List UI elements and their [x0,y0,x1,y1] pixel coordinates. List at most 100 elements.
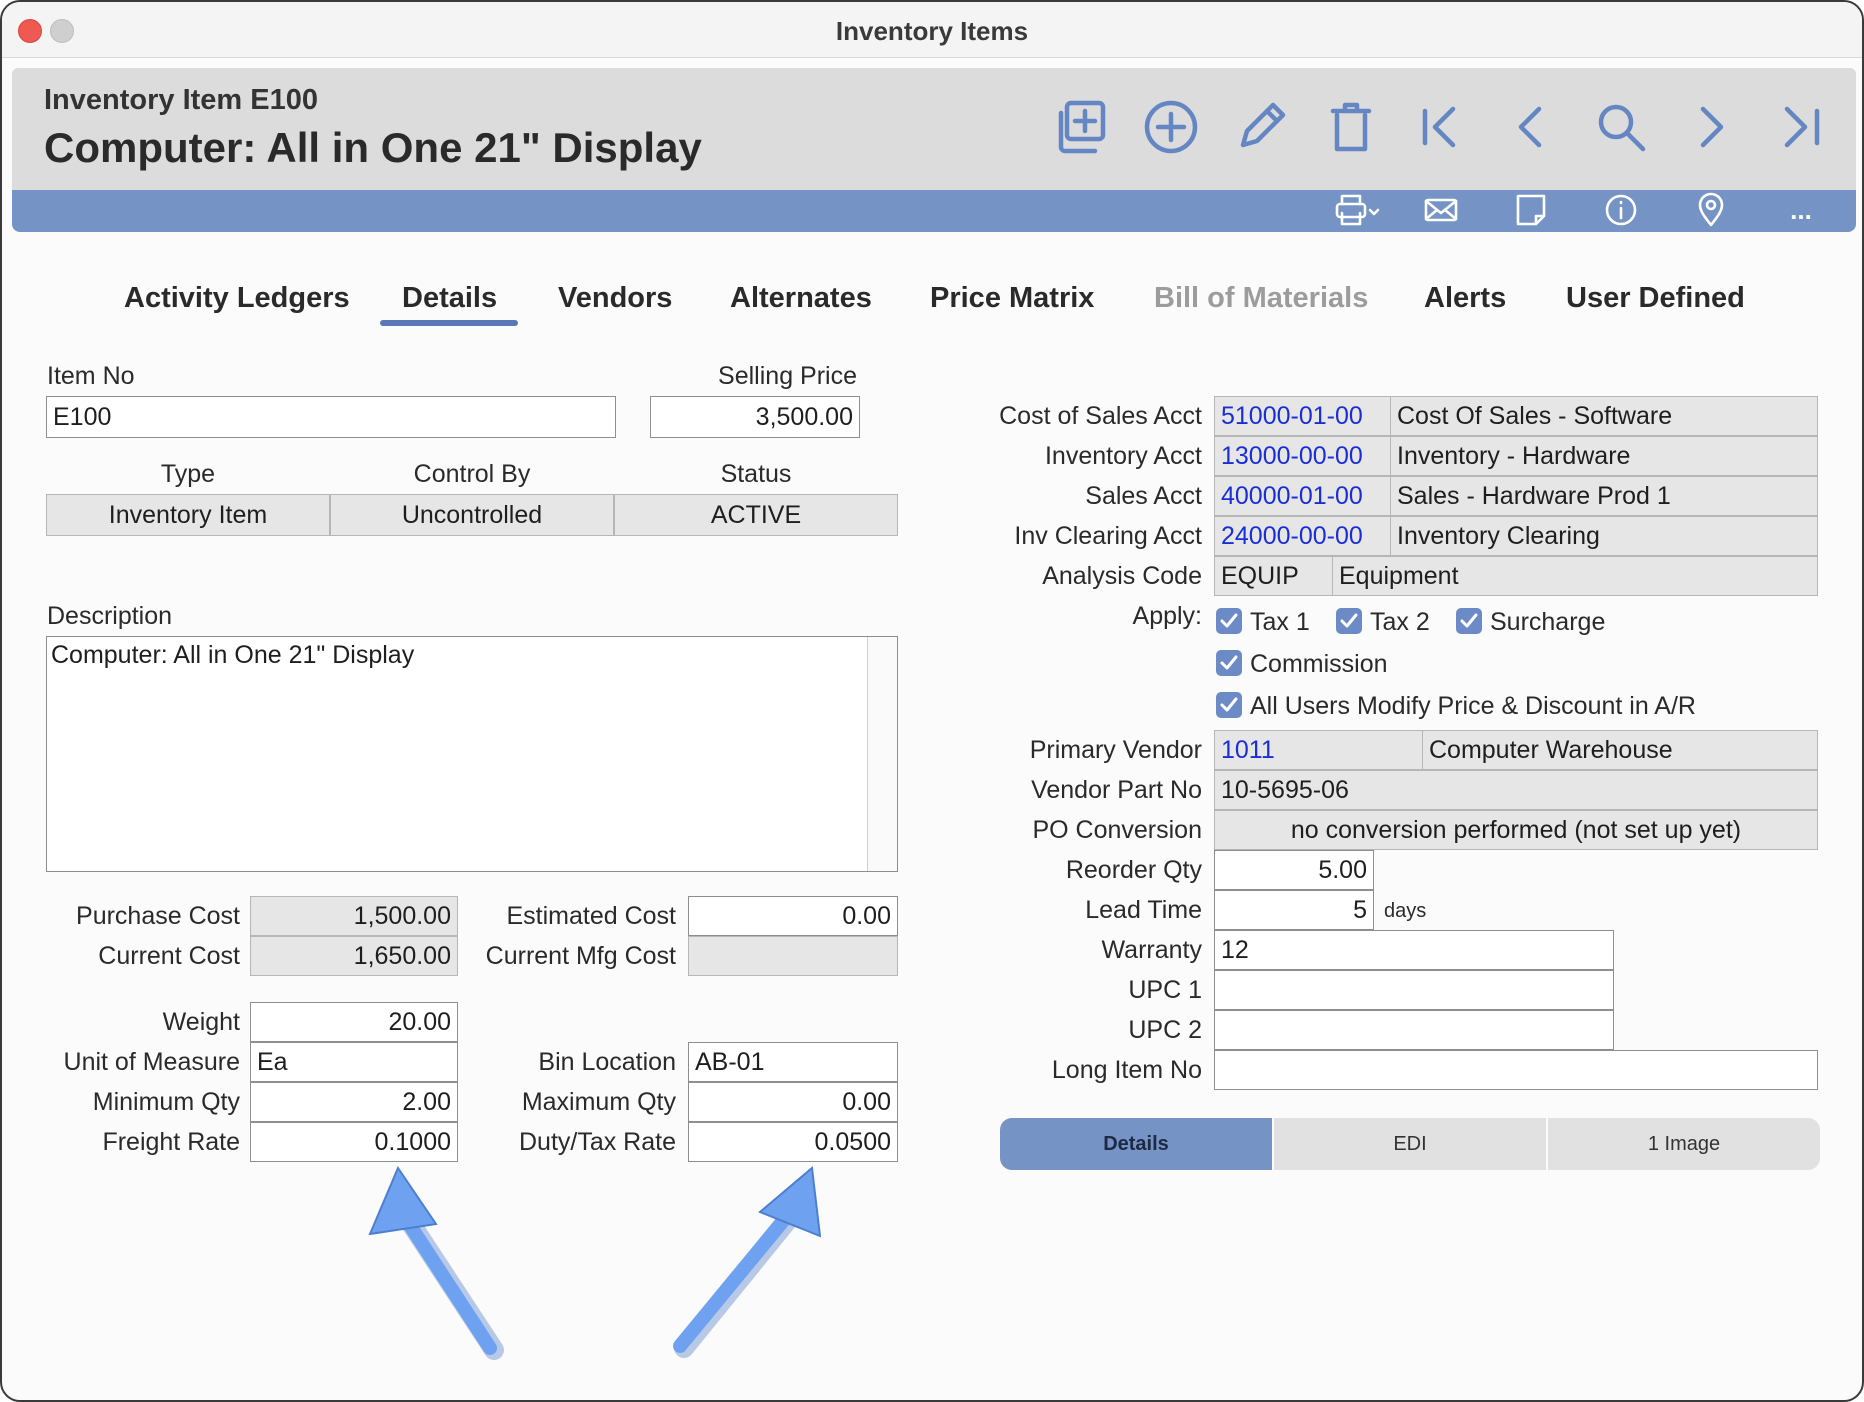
tab-details[interactable]: Details [402,282,497,315]
annotation-arrows [368,1165,822,1360]
print-button[interactable] [1328,190,1386,230]
vendor-part-no-label: Vendor Part No [1031,776,1202,804]
tax2-label: Tax 2 [1370,608,1430,636]
tab-alternates[interactable]: Alternates [730,282,872,315]
all-users-modify-price-checkbox[interactable] [1216,692,1242,718]
arrow-to-freight-rate [368,1165,504,1360]
subtab-image[interactable]: 1 Image [1548,1118,1820,1170]
note-button[interactable] [1508,190,1554,230]
item-no-label: Item No [47,362,135,390]
sales-acct-code[interactable]: 40000-01-00 [1214,476,1392,516]
active-tab-indicator [380,320,518,326]
inv-clearing-acct-label: Inv Clearing Acct [1014,522,1202,550]
search-icon [1598,104,1646,152]
search-button[interactable] [1588,94,1654,160]
reorder-qty-label: Reorder Qty [1065,856,1202,884]
inv-clearing-acct-code[interactable]: 24000-00-00 [1214,516,1392,556]
lead-time-unit: days [1384,900,1427,922]
status-field[interactable]: ACTIVE [614,494,898,536]
commission-checkbox[interactable] [1216,650,1242,676]
unit-of-measure-field[interactable]: Ea [250,1042,458,1082]
more-button[interactable]: ... [1778,190,1824,230]
location-button[interactable] [1688,190,1734,230]
vendor-part-no-field[interactable]: 10-5695-06 [1214,770,1818,810]
minimum-qty-field[interactable]: 2.00 [250,1082,458,1122]
next-record-button[interactable] [1678,94,1744,160]
tax1-label: Tax 1 [1250,608,1310,636]
description-textarea[interactable]: Computer: All in One 21" Display [46,636,898,872]
tab-price-matrix[interactable]: Price Matrix [930,282,1094,315]
surcharge-label: Surcharge [1490,608,1606,636]
tax2-checkbox[interactable] [1336,608,1362,634]
warranty-field[interactable]: 12 [1214,930,1614,970]
inv-clearing-acct-name: Inventory Clearing [1390,516,1818,556]
po-conversion-field[interactable]: no conversion performed (not set up yet) [1214,810,1818,850]
first-record-icon [1422,106,1456,148]
upc1-field[interactable] [1214,970,1614,1010]
duplicate-button[interactable] [1048,94,1114,160]
checkmark-icon [1460,613,1478,628]
tax1-checkbox[interactable] [1216,608,1242,634]
info-icon [1605,194,1637,226]
sales-acct-label: Sales Acct [1085,482,1202,510]
upc2-label: UPC 2 [1128,1016,1202,1044]
cost-of-sales-acct-code[interactable]: 51000-01-00 [1214,396,1392,436]
inventory-acct-name: Inventory - Hardware [1390,436,1818,476]
subtab-edi[interactable]: EDI [1274,1118,1546,1170]
edit-button[interactable] [1228,94,1294,160]
tab-vendors[interactable]: Vendors [558,282,672,315]
bin-location-label: Bin Location [538,1048,676,1076]
minimum-qty-label: Minimum Qty [92,1088,240,1116]
long-item-no-field[interactable] [1214,1050,1818,1090]
bin-location-field[interactable]: AB-01 [688,1042,898,1082]
upc2-field[interactable] [1214,1010,1614,1050]
item-no-field[interactable]: E100 [46,396,616,438]
first-record-button[interactable] [1408,94,1474,160]
type-field[interactable]: Inventory Item [46,494,330,536]
delete-button[interactable] [1318,94,1384,160]
lead-time-field[interactable]: 5 [1214,890,1374,930]
tab-user-defined[interactable]: User Defined [1566,282,1745,315]
description-scrollbar[interactable] [867,637,897,871]
action-bar [12,190,1856,232]
title-bar: Inventory Items [2,2,1862,58]
checkmark-icon [1340,613,1358,628]
all-users-modify-price-label: All Users Modify Price & Discount in A/R [1250,692,1696,720]
tab-activity-ledgers[interactable]: Activity Ledgers [124,282,350,315]
surcharge-checkbox[interactable] [1456,608,1482,634]
add-button[interactable] [1138,94,1204,160]
current-cost-field[interactable]: 1,650.00 [250,936,458,976]
tab-alerts[interactable]: Alerts [1424,282,1506,315]
tab-bill-of-materials: Bill of Materials [1154,282,1369,314]
selling-price-field[interactable]: 3,500.00 [650,396,860,438]
purchase-cost-label: Purchase Cost [76,902,240,930]
last-record-button[interactable] [1768,94,1834,160]
current-mfg-cost-label: Current Mfg Cost [485,942,676,970]
inventory-acct-code[interactable]: 13000-00-00 [1214,436,1392,476]
weight-field[interactable]: 20.00 [250,1002,458,1042]
control-by-field[interactable]: Uncontrolled [330,494,614,536]
sales-acct-name: Sales - Hardware Prod 1 [1390,476,1818,516]
reorder-qty-field[interactable]: 5.00 [1214,850,1374,890]
previous-record-button[interactable] [1498,94,1564,160]
commission-label: Commission [1250,650,1388,678]
location-icon [1698,192,1724,227]
analysis-code-field[interactable]: EQUIP [1214,556,1334,596]
record-label: Inventory Item E100 [44,84,318,116]
subtab-details[interactable]: Details [1000,1118,1272,1170]
previous-record-icon [1518,106,1542,148]
purchase-cost-field[interactable]: 1,500.00 [250,896,458,936]
estimated-cost-field[interactable]: 0.00 [688,896,898,936]
record-title: Computer: All in One 21" Display [44,124,702,171]
primary-vendor-label: Primary Vendor [1029,736,1202,764]
unit-of-measure-label: Unit of Measure [63,1048,240,1076]
upc1-label: UPC 1 [1128,976,1202,1004]
freight-rate-label: Freight Rate [102,1128,240,1156]
apply-label: Apply: [1132,602,1202,630]
primary-vendor-code[interactable]: 1011 [1214,730,1424,770]
maximum-qty-field[interactable]: 0.00 [688,1082,898,1122]
checkmark-icon [1220,613,1238,628]
info-button[interactable] [1598,190,1644,230]
email-button[interactable] [1418,190,1464,230]
current-mfg-cost-field[interactable] [688,936,898,976]
